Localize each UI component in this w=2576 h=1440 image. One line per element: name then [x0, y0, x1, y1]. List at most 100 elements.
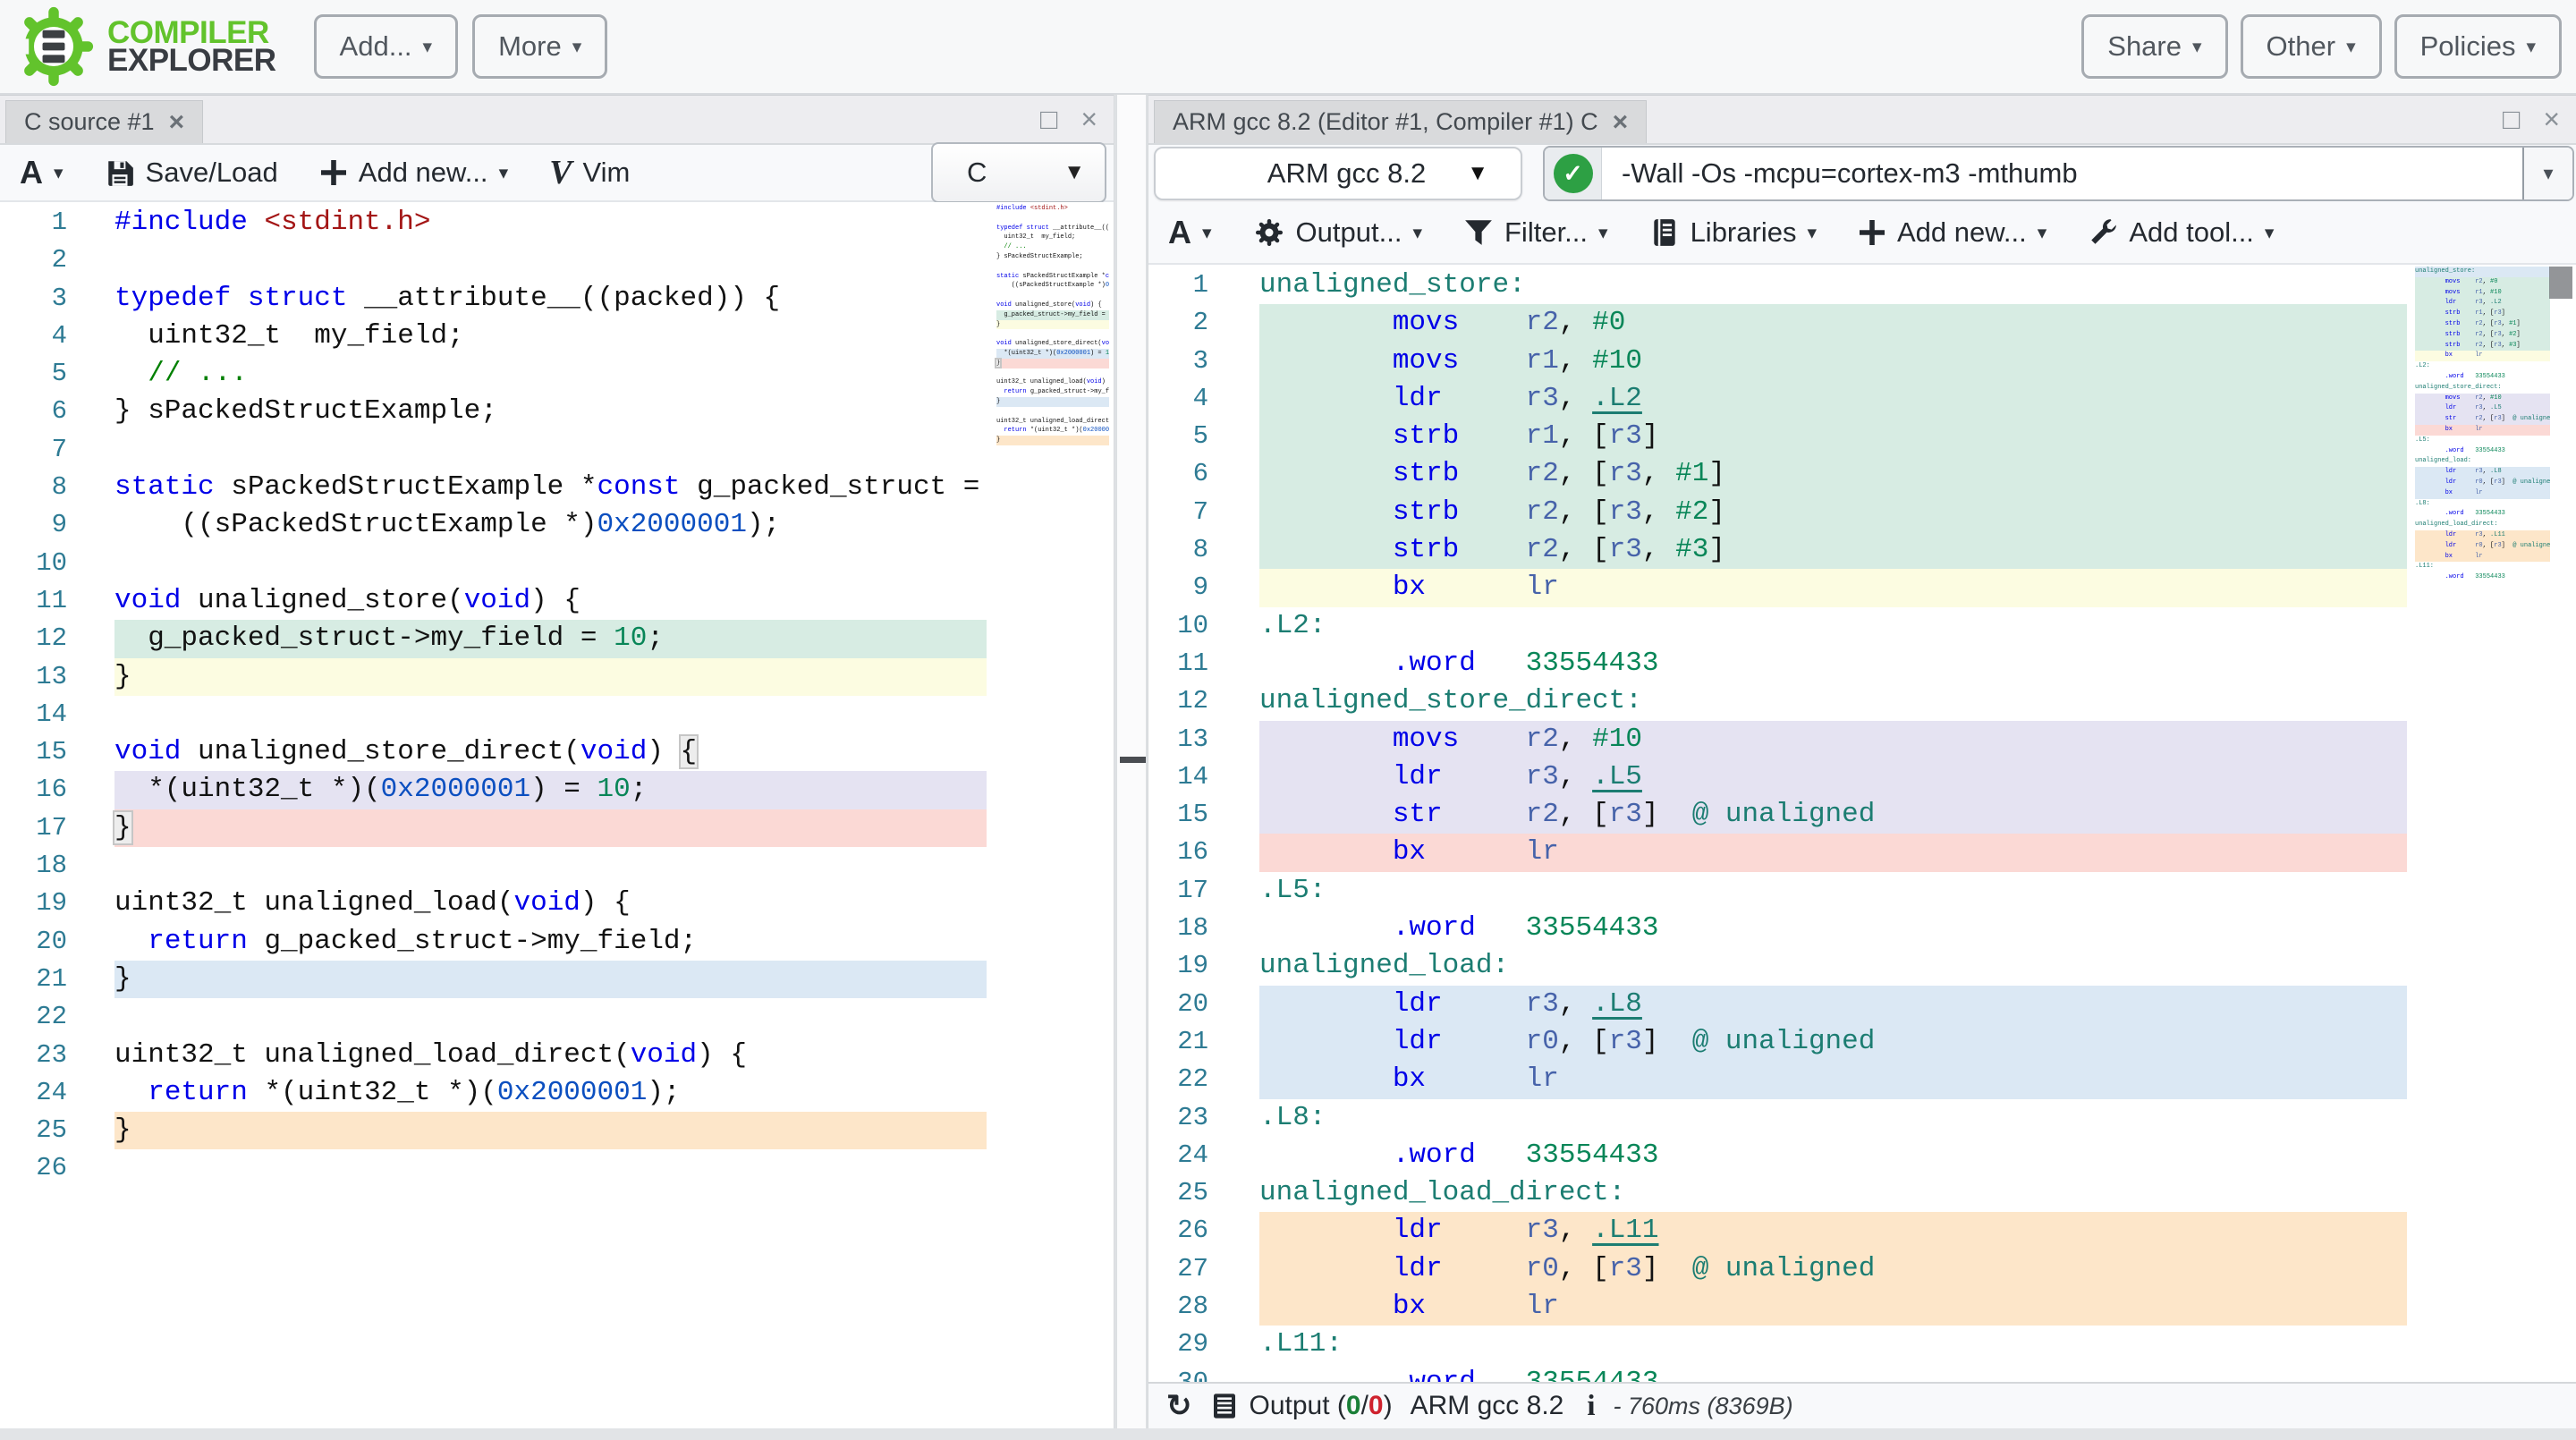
asm-line[interactable]: 14 ldr r3, .L5 — [1148, 758, 2576, 796]
source-line[interactable]: 12 g_packed_struct->my_field = 10; — [0, 620, 1114, 657]
compiler-options-input[interactable] — [1602, 148, 2522, 199]
source-line[interactable]: 13} — [0, 658, 1114, 696]
language-select[interactable]: C ▼ — [931, 142, 1106, 203]
source-line[interactable]: 11void unaligned_store(void) { — [0, 582, 1114, 620]
source-line[interactable]: 26 — [0, 1149, 1114, 1187]
source-line[interactable]: 8static sPackedStructExample *const g_pa… — [0, 469, 1114, 506]
font-size-button[interactable]: A ▾ — [1168, 214, 1212, 251]
tab-close-icon[interactable]: × — [1613, 107, 1629, 138]
chevron-down-icon: ▾ — [1807, 222, 1817, 244]
asm-line[interactable]: 18 .word 33554433 — [1148, 910, 2576, 947]
share-button[interactable]: Share ▾ — [2081, 14, 2227, 79]
source-line[interactable]: 19uint32_t unaligned_load(void) { — [0, 885, 1114, 922]
options-dropdown-button[interactable]: ▾ — [2522, 148, 2572, 199]
chevron-down-icon: ▼ — [1467, 161, 1488, 186]
other-button[interactable]: Other ▾ — [2241, 14, 2382, 79]
source-line[interactable]: 4 uint32_t my_field; — [0, 318, 1114, 355]
source-line[interactable]: 9 ((sPackedStructExample *)0x2000001); — [0, 506, 1114, 544]
asm-editor[interactable]: 1unaligned_store:2 movs r2, #03 movs r1,… — [1148, 265, 2576, 1382]
recompile-button[interactable]: ↻ — [1166, 1388, 1192, 1424]
asm-line[interactable]: 4 ldr r3, .L2 — [1148, 380, 2576, 418]
asm-line[interactable]: 19unaligned_load: — [1148, 947, 2576, 985]
filter-button[interactable]: Filter... ▾ — [1463, 216, 1608, 249]
line-content: .L8: — [1259, 1099, 2407, 1137]
source-line[interactable]: 10 — [0, 545, 1114, 582]
source-line[interactable]: 25} — [0, 1112, 1114, 1149]
asm-line[interactable]: 25unaligned_load_direct: — [1148, 1174, 2576, 1212]
add-new-button[interactable]: Add new... ▾ — [1858, 216, 2046, 249]
source-line[interactable]: 17} — [0, 809, 1114, 847]
asm-line[interactable]: 7 strb r2, [r3, #2] — [1148, 494, 2576, 531]
asm-line[interactable]: 27 ldr r0, [r3] @ unaligned — [1148, 1250, 2576, 1288]
asm-line[interactable]: 3 movs r1, #10 — [1148, 343, 2576, 380]
asm-line[interactable]: 9 bx lr — [1148, 569, 2576, 606]
asm-line[interactable]: 23.L8: — [1148, 1099, 2576, 1137]
source-line[interactable]: 24 return *(uint32_t *)(0x2000001); — [0, 1074, 1114, 1112]
compiler-select[interactable]: ARM gcc 8.2 ▼ — [1154, 147, 1522, 200]
close-icon[interactable]: × — [2543, 103, 2560, 136]
minimap-line: .L5: — [2413, 436, 2550, 446]
asm-line[interactable]: 30 .word 33554433 — [1148, 1364, 2576, 1382]
asm-minimap[interactable]: unaligned_store: movs r2, #0 movs r1, #1… — [2413, 267, 2550, 597]
asm-line[interactable]: 20 ldr r3, .L8 — [1148, 986, 2576, 1023]
vim-button[interactable]: V Vim — [549, 153, 630, 192]
source-line[interactable]: 3typedef struct __attribute__((packed)) … — [0, 280, 1114, 318]
asm-line[interactable]: 6 strb r2, [r3, #1] — [1148, 455, 2576, 493]
line-content: bx lr — [2415, 488, 2550, 499]
asm-line[interactable]: 11 .word 33554433 — [1148, 645, 2576, 682]
source-line[interactable]: 21} — [0, 961, 1114, 998]
close-icon[interactable]: × — [1080, 103, 1097, 136]
source-line[interactable]: 22 — [0, 998, 1114, 1036]
maximize-icon[interactable]: □ — [1040, 103, 1057, 136]
asm-line[interactable]: 15 str r2, [r3] @ unaligned — [1148, 796, 2576, 834]
source-line[interactable]: 15void unaligned_store_direct(void) { — [0, 733, 1114, 771]
source-line[interactable]: 18 — [0, 847, 1114, 885]
asm-line[interactable]: 28 bx lr — [1148, 1288, 2576, 1326]
asm-line[interactable]: 13 movs r2, #10 — [1148, 721, 2576, 758]
asm-line[interactable]: 29.L11: — [1148, 1326, 2576, 1363]
source-line[interactable]: 5 // ... — [0, 355, 1114, 393]
add-tool-button[interactable]: Add tool... ▾ — [2088, 216, 2274, 249]
output-button[interactable]: Output (0/0) — [1210, 1391, 1393, 1421]
more-button[interactable]: More ▾ — [472, 14, 607, 79]
source-line[interactable]: 1#include <stdint.h> — [0, 204, 1114, 241]
source-line[interactable]: 7 — [0, 431, 1114, 469]
asm-line[interactable]: 1unaligned_store: — [1148, 267, 2576, 304]
source-line[interactable]: 23uint32_t unaligned_load_direct(void) { — [0, 1037, 1114, 1074]
logo[interactable]: COMPILER EXPLORER — [13, 5, 276, 88]
source-line[interactable]: 16 *(uint32_t *)(0x2000001) = 10; — [0, 771, 1114, 809]
libraries-button[interactable]: Libraries ▾ — [1649, 216, 1817, 249]
asm-line[interactable]: 10.L2: — [1148, 607, 2576, 645]
policies-button[interactable]: Policies ▾ — [2394, 14, 2562, 79]
source-line[interactable]: 6} sPackedStructExample; — [0, 393, 1114, 430]
asm-line[interactable]: 22 bx lr — [1148, 1061, 2576, 1098]
add-new-button[interactable]: Add new... ▾ — [319, 157, 508, 189]
source-editor[interactable]: 1#include <stdint.h>23typedef struct __a… — [0, 202, 1114, 1428]
source-line[interactable]: 2 — [0, 241, 1114, 279]
pane-splitter[interactable] — [1115, 95, 1148, 1428]
asm-line[interactable]: 2 movs r2, #0 — [1148, 304, 2576, 342]
add-button[interactable]: Add... ▾ — [314, 14, 459, 79]
asm-line[interactable]: 17.L5: — [1148, 872, 2576, 910]
compiler-pane: ARM gcc 8.2 (Editor #1, Compiler #1) C ×… — [1148, 95, 2576, 1428]
save-load-button[interactable]: Save/Load — [105, 157, 278, 189]
tab-source[interactable]: C source #1 × — [5, 100, 203, 143]
asm-line[interactable]: 5 strb r1, [r3] — [1148, 418, 2576, 455]
tab-close-icon[interactable]: × — [169, 107, 185, 138]
asm-line[interactable]: 8 strb r2, [r3, #3] — [1148, 531, 2576, 569]
asm-line[interactable]: 16 bx lr — [1148, 834, 2576, 871]
source-minimap[interactable]: #include <stdint.h>typedef struct __attr… — [995, 204, 1109, 472]
asm-line[interactable]: 26 ldr r3, .L11 — [1148, 1212, 2576, 1249]
asm-line[interactable]: 24 .word 33554433 — [1148, 1137, 2576, 1174]
output-menu-button[interactable]: Output... ▾ — [1253, 216, 1422, 249]
scrollbar-thumb[interactable] — [2549, 267, 2572, 299]
asm-line[interactable]: 12unaligned_store_direct: — [1148, 682, 2576, 720]
maximize-icon[interactable]: □ — [2503, 103, 2520, 136]
source-line[interactable]: 20 return g_packed_struct->my_field; — [0, 923, 1114, 961]
source-line[interactable]: 14 — [0, 696, 1114, 733]
asm-line[interactable]: 21 ldr r0, [r3] @ unaligned — [1148, 1023, 2576, 1061]
info-icon[interactable]: i — [1587, 1390, 1595, 1423]
splitter-handle-icon[interactable] — [1120, 757, 1146, 763]
font-size-button[interactable]: A ▾ — [20, 154, 64, 191]
tab-compiler[interactable]: ARM gcc 8.2 (Editor #1, Compiler #1) C × — [1154, 100, 1647, 143]
